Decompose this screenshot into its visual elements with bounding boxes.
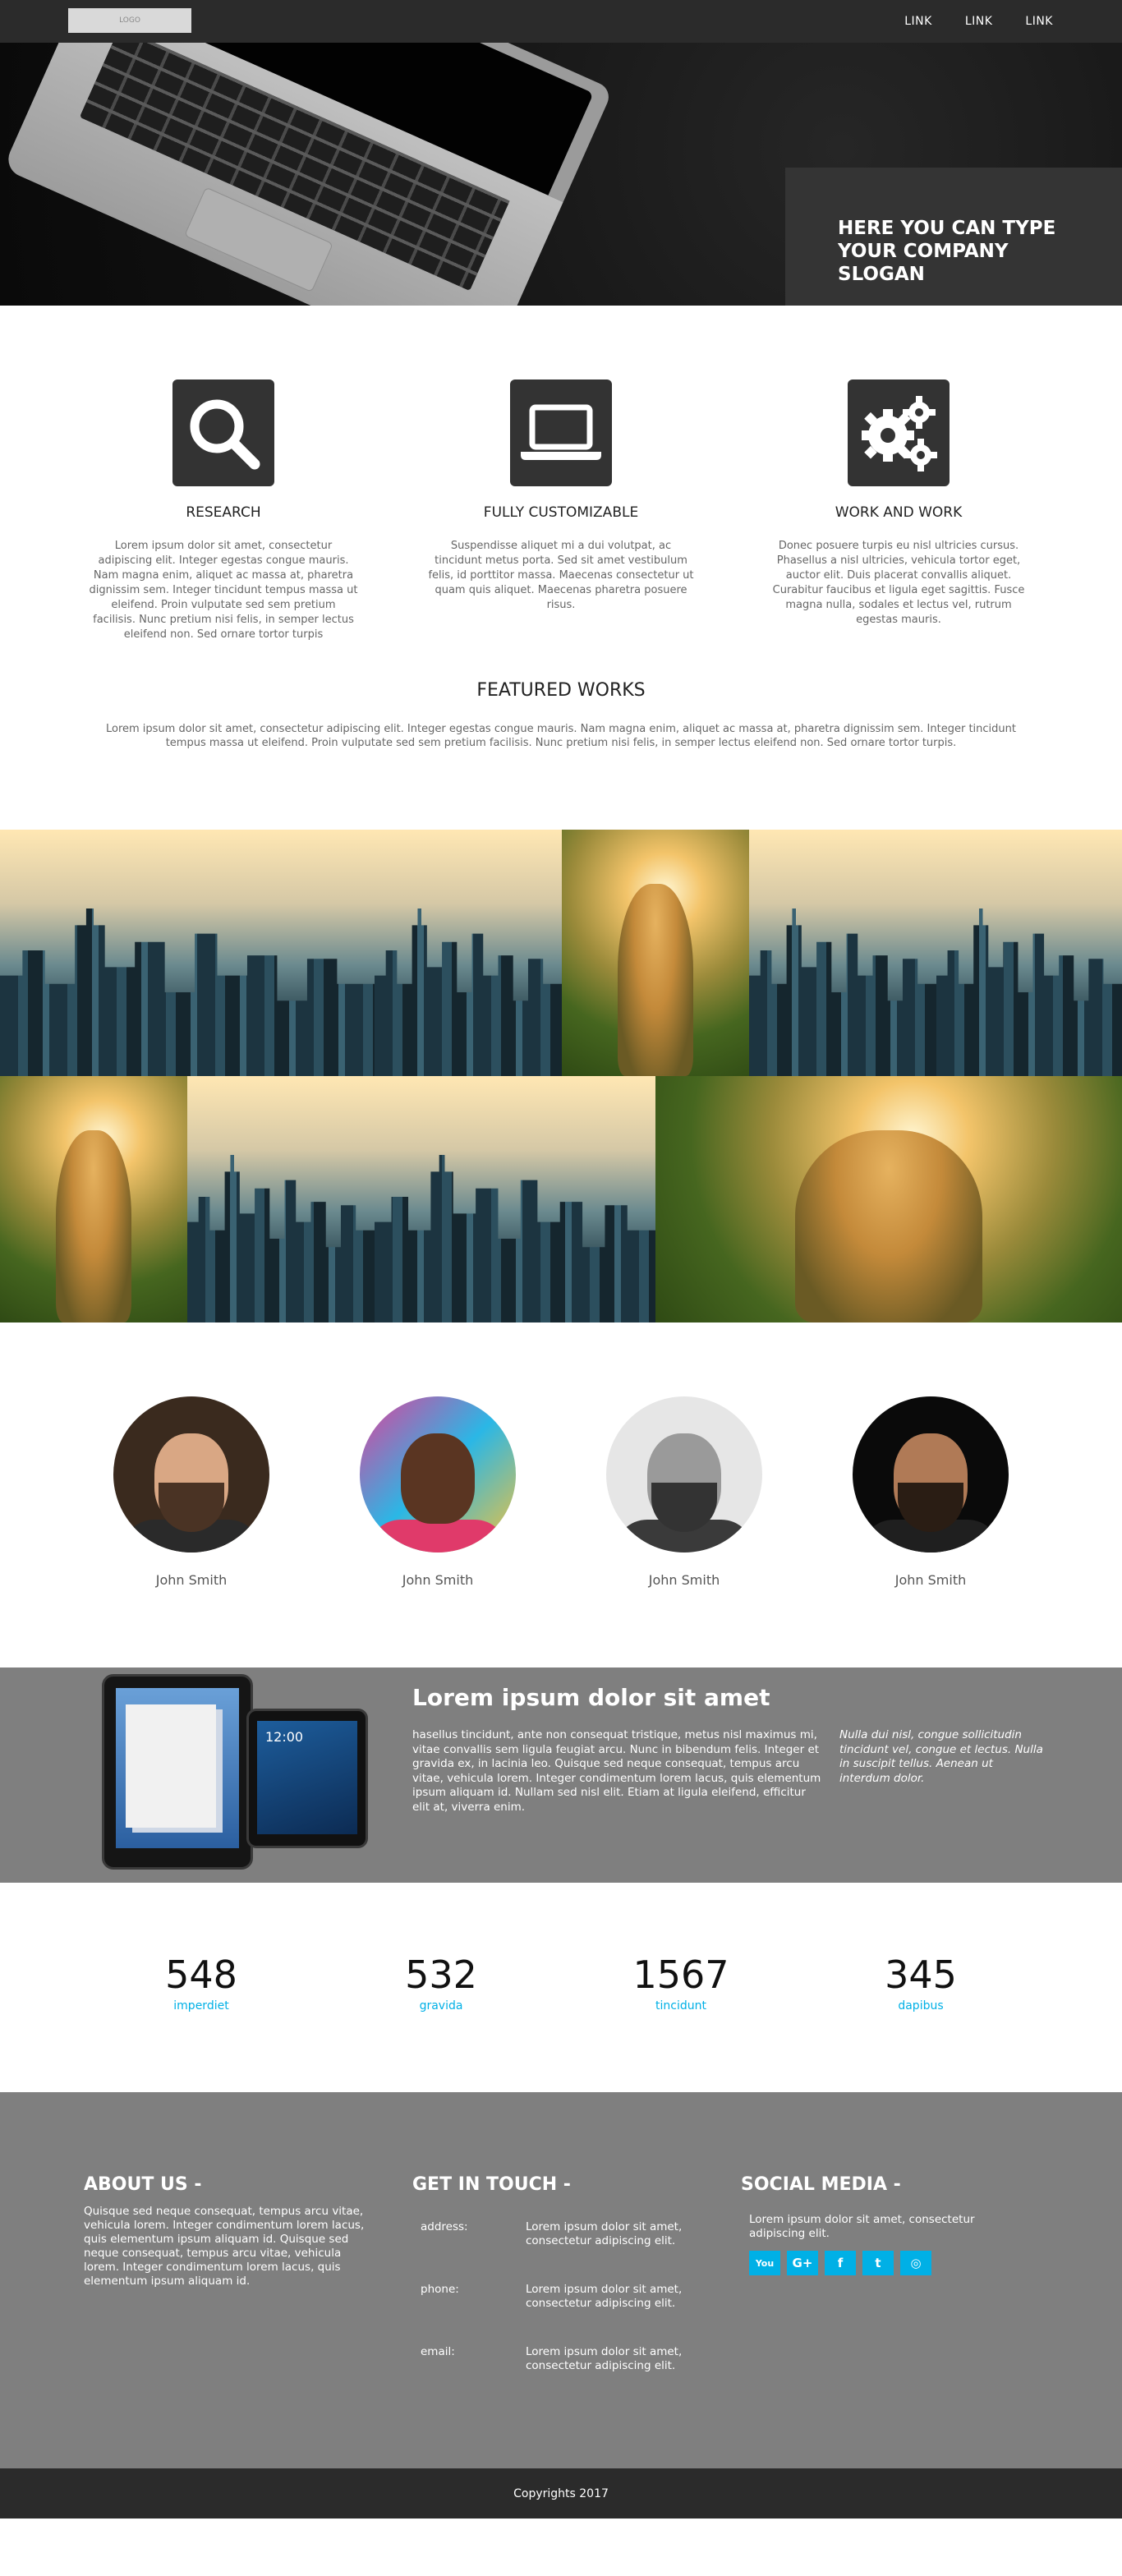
social-icons: You G+ f t ◎ — [741, 2251, 1020, 2275]
nav-link-3[interactable]: LINK — [1025, 15, 1053, 28]
featured-works-header: FEATURED WORKS Lorem ipsum dolor sit ame… — [0, 680, 1122, 830]
team-member-name: John Smith — [155, 1572, 228, 1588]
stat-label: gravida — [419, 1999, 463, 2012]
gallery-image-city[interactable] — [936, 830, 1122, 1076]
feature-work: WORK AND WORK Donec posuere turpis eu ni… — [757, 380, 1040, 675]
footer-social-title: SOCIAL MEDIA - — [741, 2174, 901, 2195]
stat-item: 532 gravida — [379, 1955, 503, 2092]
stat-value: 345 — [885, 1953, 957, 1997]
contact-value: Lorem ipsum dolor sit amet, consectetur … — [526, 2283, 683, 2310]
team-member-name: John Smith — [894, 1572, 967, 1588]
nav-link-1[interactable]: LINK — [904, 15, 932, 28]
stat-item: 1567 tincidunt — [619, 1955, 743, 2092]
nav-links: LINK LINK LINK — [904, 0, 1053, 43]
feature-title: WORK AND WORK — [835, 504, 963, 521]
team-member: John Smith — [360, 1396, 516, 1668]
stat-item: 345 dapibus — [859, 1955, 982, 2092]
promo-title: Lorem ipsum dolor sit amet — [412, 1684, 770, 1711]
stat-label: tincidunt — [655, 1999, 706, 2012]
promo-section: 12:00 Lorem ipsum dolor sit amet hasellu… — [0, 1668, 1122, 1883]
features-section: RESEARCH Lorem ipsum dolor sit amet, con… — [0, 306, 1122, 675]
gallery-image-girl[interactable] — [562, 830, 749, 1076]
gallery-image-city[interactable] — [375, 830, 562, 1076]
feature-title: RESEARCH — [186, 504, 261, 521]
logo[interactable]: LOGO — [68, 8, 191, 33]
feature-research: RESEARCH Lorem ipsum dolor sit amet, con… — [82, 380, 365, 675]
footer-contact: GET IN TOUCH - address: Lorem ipsum dolo… — [412, 2174, 708, 2388]
hero-banner: HERE YOU CAN TYPE YOUR COMPANY SLOGAN — [0, 43, 1122, 306]
tablet-image: 12:00 — [246, 1709, 368, 1848]
facebook-icon[interactable]: f — [825, 2251, 856, 2275]
featured-works-title: FEATURED WORKS — [476, 680, 646, 701]
stat-label: dapibus — [898, 1999, 944, 2012]
contact-label: address: — [421, 2220, 468, 2233]
team-member: John Smith — [853, 1396, 1009, 1668]
avatar[interactable] — [360, 1396, 516, 1552]
footer-social-text: Lorem ipsum dolor sit amet, consectetur … — [749, 2213, 975, 2240]
copyright-text: Copyrights 2017 — [513, 2486, 609, 2500]
footer-social: SOCIAL MEDIA - Lorem ipsum dolor sit ame… — [741, 2174, 1020, 2275]
featured-works-text: Lorem ipsum dolor sit amet, consectetur … — [105, 723, 1016, 749]
footer: ABOUT US - Quisque sed neque consequat, … — [0, 2092, 1122, 2468]
laptop-icon — [510, 380, 612, 486]
stat-value: 1567 — [632, 1953, 729, 1997]
stat-value: 548 — [165, 1953, 237, 1997]
team-member-name: John Smith — [402, 1572, 474, 1588]
footer-about-title: ABOUT US - — [84, 2174, 202, 2195]
contact-label: email: — [421, 2345, 455, 2358]
promo-quote: Nulla dui nisl, congue sollicitudin tinc… — [839, 1728, 1043, 1785]
footer-contact-title: GET IN TOUCH - — [412, 2174, 571, 2195]
footer-about-text: Quisque sed neque consequat, tempus arcu… — [84, 2205, 365, 2288]
gallery-image-city[interactable] — [749, 830, 936, 1076]
footer-about: ABOUT US - Quisque sed neque consequat, … — [84, 2174, 379, 2288]
stats-section: 548 imperdiet 532 gravida 1567 tincidunt… — [0, 1883, 1122, 2092]
search-icon — [172, 380, 274, 486]
team-member-name: John Smith — [648, 1572, 720, 1588]
gallery-image-girl[interactable] — [655, 1076, 1122, 1322]
instagram-icon[interactable]: ◎ — [900, 2251, 931, 2275]
slogan-text: HERE YOU CAN TYPE YOUR COMPANY SLOGAN — [838, 218, 1056, 285]
navbar: LOGO LINK LINK LINK — [0, 0, 1122, 43]
gears-icon — [848, 380, 950, 486]
feature-customizable: FULLY CUSTOMIZABLE Suspendisse aliquet m… — [420, 380, 702, 675]
stat-label: imperdiet — [173, 1999, 229, 2012]
stat-item: 548 imperdiet — [140, 1955, 263, 2092]
tablet-image — [102, 1674, 253, 1870]
copyright-bar: Copyrights 2017 — [0, 2468, 1122, 2518]
gallery-image-city[interactable] — [0, 830, 375, 1076]
feature-text: Lorem ipsum dolor sit amet, consectetur … — [89, 540, 358, 641]
avatar[interactable] — [606, 1396, 762, 1552]
gallery-image-city[interactable] — [375, 1076, 655, 1322]
promo-text: hasellus tincidunt, ante non consequat t… — [412, 1728, 821, 1814]
contact-label: phone: — [421, 2283, 459, 2296]
twitter-icon[interactable]: t — [862, 2251, 894, 2275]
feature-text: Donec posuere turpis eu nisl ultricies c… — [772, 540, 1025, 626]
feature-text: Suspendisse aliquet mi a dui volutpat, a… — [428, 540, 694, 611]
avatar[interactable] — [853, 1396, 1009, 1552]
feature-title: FULLY CUSTOMIZABLE — [483, 504, 639, 521]
avatar[interactable] — [113, 1396, 269, 1552]
youtube-icon[interactable]: You — [749, 2251, 780, 2275]
contact-value: Lorem ipsum dolor sit amet, consectetur … — [526, 2220, 683, 2247]
google-plus-icon[interactable]: G+ — [787, 2251, 818, 2275]
gallery-image-city[interactable] — [187, 1076, 375, 1322]
team-section: John Smith John Smith John Smith John Sm… — [0, 1322, 1122, 1668]
gallery-image-girl[interactable] — [0, 1076, 187, 1322]
slogan-box: HERE YOU CAN TYPE YOUR COMPANY SLOGAN — [785, 168, 1122, 306]
contact-value: Lorem ipsum dolor sit amet, consectetur … — [526, 2345, 683, 2372]
stat-value: 532 — [405, 1953, 477, 1997]
gallery — [0, 830, 1122, 1322]
team-member: John Smith — [113, 1396, 269, 1668]
team-member: John Smith — [606, 1396, 762, 1668]
nav-link-2[interactable]: LINK — [965, 15, 993, 28]
